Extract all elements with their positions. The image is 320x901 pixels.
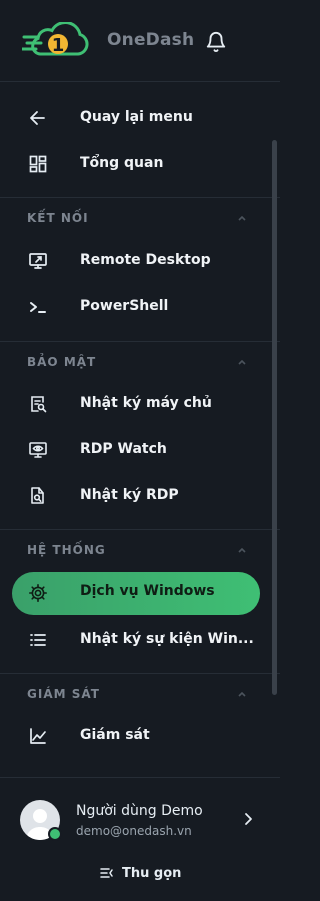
- list-icon: [30, 634, 46, 646]
- remote-desktop-label: Remote Desktop: [80, 252, 211, 268]
- section-title: BẢO MẬT: [27, 355, 97, 369]
- logo-digit: 1: [52, 35, 65, 56]
- terminal-icon: [30, 302, 46, 313]
- windows-event-log-label: Nhật ký sự kiện Win...: [80, 631, 254, 647]
- remote-desktop-item[interactable]: Remote Desktop: [12, 241, 260, 281]
- powershell-item[interactable]: PowerShell: [12, 287, 260, 327]
- section-security: BẢO MẬT: [0, 341, 280, 382]
- sidebar-header: 1 OneDash: [0, 0, 280, 82]
- log-search-icon: [31, 396, 47, 413]
- onedash-logo[interactable]: 1: [22, 22, 92, 62]
- overview-label: Tổng quan: [80, 155, 164, 171]
- monitoring-item[interactable]: Giám sát: [12, 716, 260, 756]
- back-to-menu-item[interactable]: Quay lại menu: [12, 98, 260, 138]
- file-search-icon: [31, 487, 44, 504]
- rdp-log-item[interactable]: Nhật ký RDP: [12, 476, 260, 516]
- chevron-right-icon[interactable]: [242, 812, 254, 826]
- overview-item[interactable]: Tổng quan: [12, 144, 260, 184]
- online-status-dot: [48, 827, 62, 841]
- section-system: HỆ THỐNG: [0, 529, 280, 570]
- bell-icon[interactable]: [205, 31, 227, 53]
- scrollbar[interactable]: [272, 140, 277, 695]
- chart-line-icon: [30, 728, 46, 744]
- chevron-up-icon[interactable]: [236, 357, 248, 367]
- section-title: GIÁM SÁT: [27, 687, 100, 701]
- remote-desktop-icon: [29, 253, 47, 269]
- user-email: demo@onedash.vn: [76, 824, 192, 838]
- rdp-watch-item[interactable]: RDP Watch: [12, 430, 260, 470]
- server-log-item[interactable]: Nhật ký máy chủ: [12, 384, 260, 424]
- chevron-up-icon[interactable]: [236, 213, 248, 223]
- brand-name: OneDash: [107, 30, 195, 50]
- server-log-label: Nhật ký máy chủ: [80, 395, 212, 411]
- chevron-up-icon[interactable]: [236, 689, 248, 699]
- monitor-eye-icon: [29, 442, 47, 458]
- chevron-up-icon[interactable]: [236, 545, 248, 555]
- gear-icon: [29, 584, 47, 602]
- collapse-icon: [100, 868, 113, 878]
- section-title: KẾT NỐI: [27, 211, 89, 225]
- user-name: Người dùng Demo: [76, 803, 203, 819]
- powershell-label: PowerShell: [80, 298, 169, 314]
- dashboard-grid-icon: [29, 155, 47, 173]
- collapse-button[interactable]: Thu gọn: [100, 863, 181, 883]
- arrow-left-icon: [30, 111, 45, 125]
- monitoring-label: Giám sát: [80, 727, 150, 743]
- sidebar-footer: Người dùng Demo demo@onedash.vn Thu gọn: [0, 777, 280, 901]
- sidebar-nav: Quay lại menu Tổng quan KẾT NỐI Remote D…: [0, 82, 280, 777]
- section-monitoring: GIÁM SÁT: [0, 673, 280, 714]
- section-connect: KẾT NỐI: [0, 197, 280, 238]
- windows-services-label: Dịch vụ Windows: [80, 583, 215, 599]
- rdp-watch-label: RDP Watch: [80, 441, 167, 457]
- rdp-log-label: Nhật ký RDP: [80, 487, 179, 503]
- section-title: HỆ THỐNG: [27, 543, 106, 557]
- windows-services-item[interactable]: Dịch vụ Windows: [12, 572, 260, 615]
- back-to-menu-label: Quay lại menu: [80, 109, 193, 125]
- windows-event-log-item[interactable]: Nhật ký sự kiện Win...: [12, 620, 260, 660]
- collapse-label: Thu gọn: [122, 865, 182, 881]
